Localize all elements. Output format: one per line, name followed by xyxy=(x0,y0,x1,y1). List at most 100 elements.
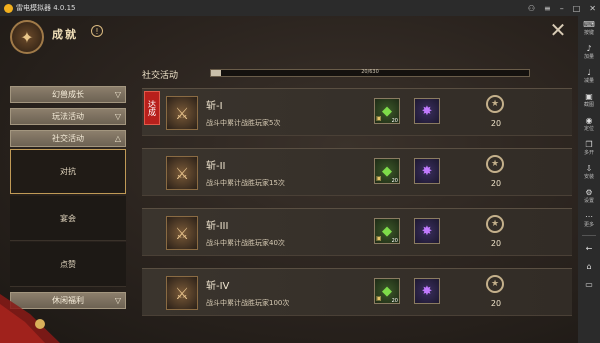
chevron-down-icon: ▽ xyxy=(114,296,121,305)
nav-cat-gameplay[interactable]: 玩法活动 ▽ xyxy=(10,108,126,125)
achievement-list[interactable]: 达成 ⚔ 斩-I 战斗中累计战胜玩家5次 ◆ ▣ 20 ✸ ★ 20 ⚔ 斩-II … xyxy=(142,88,578,328)
achievement-name: 斩-I xyxy=(206,101,223,112)
medal-icon: ★ xyxy=(486,275,504,293)
window-title: 雷电模拟器 4.0.15 xyxy=(16,4,76,12)
achievement-points: 20 xyxy=(490,119,502,128)
gamepad-icon[interactable]: ⚇ xyxy=(528,4,535,13)
minimize-icon[interactable]: – xyxy=(560,4,564,13)
achievement-name: 斩-IV xyxy=(206,281,230,292)
chevron-up-icon: △ xyxy=(114,134,121,143)
install-icon: ⇩ xyxy=(585,164,593,173)
medal-icon: ★ xyxy=(486,95,504,113)
sidebar-item-vol-down[interactable]: ♩ 减量 xyxy=(578,64,600,88)
reward-count: 20 xyxy=(391,238,398,244)
gem-icon: ◆ xyxy=(382,283,392,299)
back-arrow-icon: ← xyxy=(585,243,593,253)
achievement-desc: 战斗中累计战胜玩家5次 xyxy=(206,119,281,127)
emulator-titlebar: 雷电模拟器 4.0.15 ⚇ ≡ – □ ✕ xyxy=(0,0,600,16)
location-icon: ◉ xyxy=(585,116,593,125)
sidebar-item-multi[interactable]: ❐ 多开 xyxy=(578,136,600,160)
volume-down-icon: ♩ xyxy=(587,68,591,77)
achievement-emblem-icon: ✦ xyxy=(10,20,44,54)
nav-sub-label: 对抗 xyxy=(60,167,76,176)
sidebar-item-settings[interactable]: ⚙ 设置 xyxy=(578,184,600,208)
lock-icon: ▣ xyxy=(376,115,382,122)
sword-badge-icon: ⚔ xyxy=(166,156,198,190)
nav-recent-button[interactable]: ▭ xyxy=(578,275,600,293)
nav-cat-label: 玩法活动 xyxy=(52,112,84,121)
achievement-desc: 战斗中累计战胜玩家15次 xyxy=(206,179,285,187)
nav-sub-banquet[interactable]: 宴会 xyxy=(10,196,126,241)
reward-skin-item[interactable]: ✸ xyxy=(414,278,440,304)
volume-up-icon: ♪ xyxy=(586,44,592,53)
wing-icon: ✸ xyxy=(421,223,433,239)
lock-icon: ▣ xyxy=(376,235,382,242)
reward-count: 20 xyxy=(391,118,398,124)
maximize-icon[interactable]: □ xyxy=(573,4,581,13)
keyboard-icon: ⌨ xyxy=(583,20,595,29)
sidebar-item-install[interactable]: ⇩ 安装 xyxy=(578,160,600,184)
medal-icon: ★ xyxy=(486,215,504,233)
achievement-row: 达成 ⚔ 斩-I 战斗中累计战胜玩家5次 ◆ ▣ 20 ✸ ★ 20 xyxy=(142,88,572,136)
settings-icon: ⚙ xyxy=(585,188,593,197)
nav-sub-pvp[interactable]: 对抗 xyxy=(10,149,126,194)
reward-gem-item[interactable]: ◆ ▣ 20 xyxy=(374,218,400,244)
achievement-name: 斩-II xyxy=(206,161,226,172)
gem-icon: ◆ xyxy=(382,103,392,119)
emulator-logo-icon xyxy=(4,3,13,13)
reward-gem-item[interactable]: ◆ ▣ 20 xyxy=(374,278,400,304)
reward-skin-item[interactable]: ✸ xyxy=(414,98,440,124)
medal-icon: ★ xyxy=(486,155,504,173)
reward-count: 20 xyxy=(391,298,398,304)
achievement-desc: 战斗中累计战胜玩家40次 xyxy=(206,239,285,247)
wing-icon: ✸ xyxy=(421,283,433,299)
sidebar-item-location[interactable]: ◉ 定位 xyxy=(578,112,600,136)
chevron-down-icon: ▽ xyxy=(114,90,121,99)
nav-home-button[interactable]: ⌂ xyxy=(578,257,600,275)
sword-badge-icon: ⚔ xyxy=(166,276,198,310)
reward-gem-item[interactable]: ◆ ▣ 20 xyxy=(374,158,400,184)
window-controls: ⚇ ≡ – □ ✕ xyxy=(528,0,596,16)
achievement-row: ⚔ 斩-III 战斗中累计战胜玩家40次 ◆ ▣ 20 ✸ ★ 20 xyxy=(142,208,572,256)
home-icon: ⌂ xyxy=(586,261,592,271)
wing-icon: ✸ xyxy=(421,103,433,119)
progress-bar: 20/630 xyxy=(210,69,530,77)
more-icon: ⋯ xyxy=(585,212,593,221)
achievement-points: 20 xyxy=(490,179,502,188)
game-screen: ✦ 成就 ! ✕ 幻兽成长 ▽ 玩法活动 ▽ 社交活动 △ 对抗 宴会 点赞 休… xyxy=(0,16,578,343)
section-title: 社交活动 xyxy=(142,71,179,81)
sidebar-item-keys[interactable]: ⌨ 按键 xyxy=(578,16,600,40)
screenshot-icon: ▣ xyxy=(585,92,593,101)
nav-cat-label: 社交活动 xyxy=(52,134,84,143)
nav-cat-social[interactable]: 社交活动 △ xyxy=(10,130,126,147)
reward-gem-item[interactable]: ◆ ▣ 20 xyxy=(374,98,400,124)
sword-badge-icon: ⚔ xyxy=(166,216,198,250)
achievement-row: ⚔ 斩-IV 战斗中累计战胜玩家100次 ◆ ▣ 20 ✸ ★ 20 xyxy=(142,268,572,316)
sidebar-divider xyxy=(582,235,596,236)
achievement-points: 20 xyxy=(490,299,502,308)
multi-instance-icon: ❐ xyxy=(585,140,593,149)
lock-icon: ▣ xyxy=(376,175,382,182)
achievement-points: 20 xyxy=(490,239,502,248)
sword-badge-icon: ⚔ xyxy=(166,96,198,130)
sidebar-item-vol-up[interactable]: ♪ 加量 xyxy=(578,40,600,64)
gem-icon: ◆ xyxy=(382,163,392,179)
sidebar-item-more[interactable]: ⋯ 更多 xyxy=(578,208,600,232)
chevron-down-icon: ▽ xyxy=(114,112,121,121)
reward-skin-item[interactable]: ✸ xyxy=(414,158,440,184)
sidebar-item-screenshot[interactable]: ▣ 截图 xyxy=(578,88,600,112)
nav-back-button[interactable]: ← xyxy=(578,239,600,257)
emulator-sidebar: ⌨ 按键 ♪ 加量 ♩ 减量 ▣ 截图 ◉ 定位 ❐ 多开 ⇩ 安装 ⚙ 设置 ⋯ 更多 ← ⌂ … xyxy=(578,16,600,343)
nav-cat-label: 幻兽成长 xyxy=(52,90,84,99)
reward-skin-item[interactable]: ✸ xyxy=(414,218,440,244)
close-button[interactable]: ✕ xyxy=(548,20,568,40)
gem-icon: ◆ xyxy=(382,223,392,239)
close-window-icon[interactable]: ✕ xyxy=(589,4,596,13)
info-icon[interactable]: ! xyxy=(91,25,103,37)
menu-icon[interactable]: ≡ xyxy=(544,4,551,13)
achievement-row: ⚔ 斩-II 战斗中累计战胜玩家15次 ◆ ▣ 20 ✸ ★ 20 xyxy=(142,148,572,196)
nav-cat-beast-growth[interactable]: 幻兽成长 ▽ xyxy=(10,86,126,103)
reward-count: 20 xyxy=(391,178,398,184)
nav-sub-label: 宴会 xyxy=(60,213,76,223)
nav-sub-like[interactable]: 点赞 xyxy=(10,242,126,287)
